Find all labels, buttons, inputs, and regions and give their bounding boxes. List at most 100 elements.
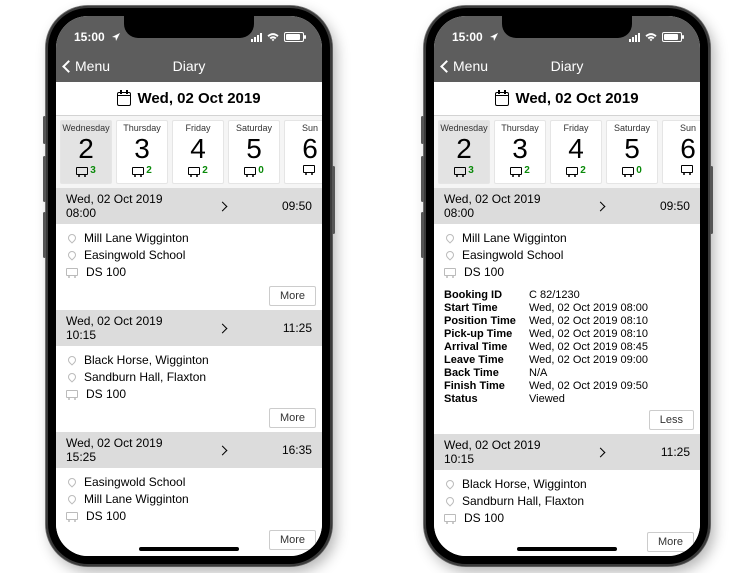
map-pin-icon	[66, 232, 77, 243]
day-name: Saturday	[236, 123, 272, 133]
booking-info-row: DS 100	[66, 509, 312, 523]
day-cell[interactable]: Saturday50	[228, 120, 280, 184]
chevron-right-icon	[217, 201, 227, 211]
booking-action-row: More	[434, 530, 700, 556]
map-pin-icon	[66, 249, 77, 260]
bus-icon	[66, 268, 78, 276]
map-pin-icon	[444, 495, 455, 506]
day-number: 4	[568, 135, 584, 163]
booking-action-row: More	[56, 284, 322, 310]
bus-icon	[454, 167, 466, 175]
nav-bar: Menu Diary	[434, 50, 700, 82]
booking-body: Easingwold SchoolMill Lane WiggintonDS 1…	[56, 468, 322, 528]
detail-label: Pick-up Time	[444, 328, 529, 340]
day-count: 0	[636, 165, 642, 176]
day-meta: 0	[622, 165, 642, 176]
battery-icon	[284, 32, 304, 42]
booking-header[interactable]: Wed, 02 Oct 201908:00 09:50	[434, 188, 700, 224]
booking-info-row: Mill Lane Wigginton	[66, 231, 312, 245]
booking-end: 09:50	[282, 199, 312, 213]
day-cell[interactable]: Sun6	[662, 120, 700, 184]
detail-row: Booking IDC 82/1230	[444, 289, 690, 301]
day-cell[interactable]: Thursday32	[494, 120, 546, 184]
bookings-list[interactable]: Wed, 02 Oct 201908:00 09:50 Mill Lane Wigg…	[434, 188, 700, 556]
day-cell[interactable]: Friday42	[172, 120, 224, 184]
day-strip[interactable]: Wednesday23Thursday32Friday42Saturday50S…	[56, 116, 322, 188]
booking-start: Wed, 02 Oct 201910:15	[444, 438, 541, 467]
booking-end: 11:25	[283, 321, 312, 335]
booking-header[interactable]: Wed, 02 Oct 201908:0009:50	[56, 188, 322, 224]
day-name: Friday	[185, 123, 210, 133]
more-button[interactable]: More	[269, 408, 316, 428]
back-label: Menu	[453, 58, 488, 74]
bus-icon	[132, 167, 144, 175]
booking-header[interactable]: Wed, 02 Oct 201910:15 11:25	[434, 434, 700, 470]
booking-info-row: Sandburn Hall, Flaxton	[444, 494, 690, 508]
back-button[interactable]: Menu	[64, 58, 110, 74]
map-pin-icon	[66, 493, 77, 504]
notch	[502, 16, 632, 38]
day-cell[interactable]: Friday42	[550, 120, 602, 184]
bus-icon	[76, 167, 88, 175]
booking-info-text: Sandburn Hall, Flaxton	[84, 370, 206, 384]
more-button[interactable]: More	[647, 532, 694, 552]
day-count: 3	[90, 165, 96, 176]
home-indicator[interactable]	[139, 547, 239, 551]
booking-info-text: Mill Lane Wigginton	[84, 231, 189, 245]
day-count: 2	[146, 165, 152, 176]
booking-header[interactable]: Wed, 02 Oct 201915:2516:35	[56, 432, 322, 468]
location-arrow-icon	[109, 32, 123, 42]
booking-info-row: DS 100	[66, 265, 312, 279]
booking-info-text: DS 100	[464, 265, 504, 279]
booking-info-text: DS 100	[86, 509, 126, 523]
booking-body: Black Horse, Wigginton Sandburn Hall, Fla…	[434, 470, 700, 530]
booking-header[interactable]: Wed, 02 Oct 201910:1511:25	[56, 310, 322, 346]
bus-icon	[444, 514, 456, 522]
status-time: 15:00	[74, 30, 105, 44]
less-button[interactable]: Less	[649, 410, 694, 430]
detail-value: Wed, 02 Oct 2019 09:50	[529, 380, 648, 392]
day-number: 3	[134, 135, 150, 163]
booking-info-row: Black Horse, Wigginton	[444, 477, 690, 491]
more-button[interactable]: More	[269, 530, 316, 550]
back-button[interactable]: Menu	[442, 58, 488, 74]
day-cell[interactable]: Saturday50	[606, 120, 658, 184]
map-pin-icon	[444, 478, 455, 489]
bus-icon	[303, 165, 315, 173]
booking-end: 09:50	[660, 199, 690, 213]
wifi-icon	[644, 32, 658, 42]
booking-info-row: Mill Lane Wigginton	[66, 492, 312, 506]
day-cell[interactable]: Wednesday23	[60, 120, 112, 184]
day-cell[interactable]: Thursday32	[116, 120, 168, 184]
detail-value: N/A	[529, 367, 547, 379]
booking-info-row: Mill Lane Wigginton	[444, 231, 690, 245]
date-header[interactable]: Wed, 02 Oct 2019	[434, 82, 700, 116]
booking-info-row: Easingwold School	[66, 248, 312, 262]
booking-body: Mill Lane Wigginton Easingwold School DS 1…	[56, 224, 322, 284]
detail-row: Back TimeN/A	[444, 367, 690, 379]
booking-info-row: Easingwold School	[444, 248, 690, 262]
date-header-text: Wed, 02 Oct 2019	[137, 90, 260, 107]
day-number: 5	[246, 135, 262, 163]
cellular-signal-icon	[629, 32, 640, 42]
more-button[interactable]: More	[269, 286, 316, 306]
day-cell[interactable]: Wednesday23	[438, 120, 490, 184]
bus-icon	[566, 167, 578, 175]
bus-icon	[681, 165, 693, 173]
date-header[interactable]: Wed, 02 Oct 2019	[56, 82, 322, 116]
notch	[124, 16, 254, 38]
day-name: Sun	[680, 123, 696, 133]
detail-row: Pick-up TimeWed, 02 Oct 2019 08:10	[444, 328, 690, 340]
booking-start: Wed, 02 Oct 201908:00	[444, 192, 541, 221]
detail-value: C 82/1230	[529, 289, 580, 301]
booking-info-text: Easingwold School	[462, 248, 563, 262]
home-indicator[interactable]	[517, 547, 617, 551]
detail-value: Viewed	[529, 393, 565, 405]
day-strip[interactable]: Wednesday23Thursday32Friday42Saturday50S…	[434, 116, 700, 188]
booking-info-row: Black Horse, Wigginton	[66, 353, 312, 367]
booking-body: Mill Lane Wigginton Easingwold School DS 1…	[434, 224, 700, 284]
booking-end: 11:25	[661, 445, 690, 459]
chevron-right-icon	[217, 445, 227, 455]
bookings-list[interactable]: Wed, 02 Oct 201908:0009:50Mill Lane Wigg…	[56, 188, 322, 556]
day-cell[interactable]: Sun6	[284, 120, 322, 184]
